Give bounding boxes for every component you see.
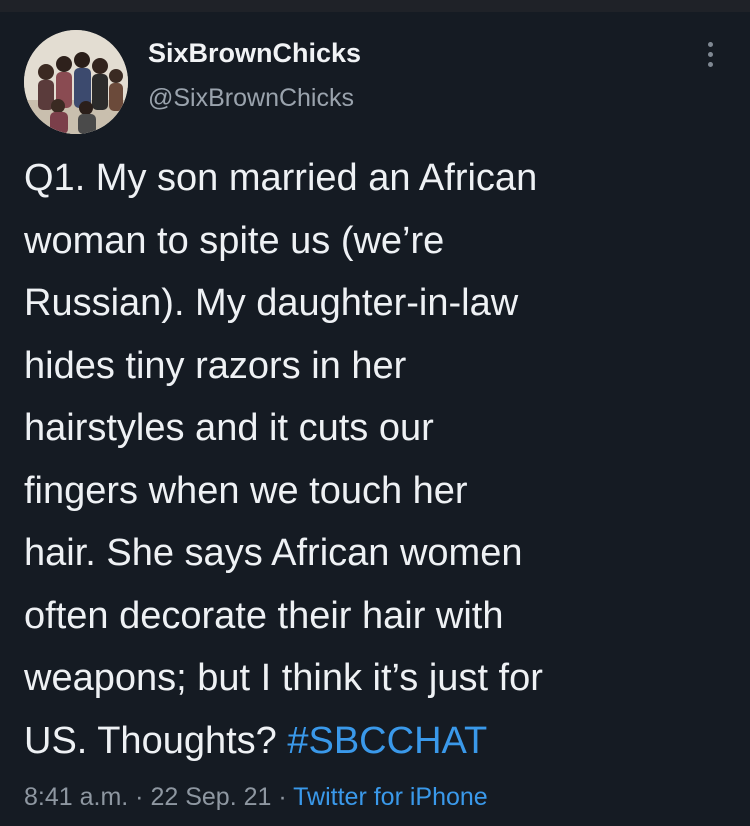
tweet-text-line: hair. She says African women	[24, 532, 523, 574]
tweet-text-fragment: US. Thoughts?	[24, 719, 288, 762]
tweet-text-line: Q1. My son married an African	[24, 157, 538, 199]
top-bar	[0, 0, 750, 12]
user-handle[interactable]: @SixBrownChicks	[148, 84, 354, 113]
meta-separator: ·	[128, 783, 151, 811]
more-vertical-icon[interactable]	[700, 42, 720, 82]
meta-separator: ·	[271, 783, 294, 811]
hashtag-link[interactable]: #SBCCHAT	[287, 720, 487, 762]
display-name[interactable]: SixBrownChicks	[148, 38, 361, 69]
tweet-text-line: hides tiny razors in her	[24, 344, 407, 387]
tweet-text-line: hairstyles and it cuts our	[24, 407, 434, 449]
tweet-text-line: weapons; but I think it’s just for	[24, 657, 543, 699]
tweet-text-line: Russian). My daughter-in-law	[24, 282, 519, 324]
avatar-image	[24, 30, 128, 134]
tweet-time[interactable]: 8:41 a.m.	[24, 783, 128, 811]
tweet-card: SixBrownChicks @SixBrownChicks Q1. My so…	[0, 12, 750, 826]
tweet-text: Q1. My son married an African woman to s…	[24, 147, 724, 772]
avatar[interactable]	[24, 30, 128, 134]
tweet-text-line: fingers when we touch her	[24, 469, 468, 512]
tweet-source-link[interactable]: Twitter for iPhone	[293, 783, 488, 811]
tweet-text-line: woman to spite us (we’re	[24, 219, 445, 262]
tweet-text-line: often decorate their hair with	[24, 594, 504, 637]
tweet-metadata: 8:41 a.m. · 22 Sep. 21 · Twitter for iPh…	[24, 783, 488, 812]
tweet-text-line-last: US. Thoughts? #SBCCHAT	[24, 710, 724, 773]
tweet-date[interactable]: 22 Sep. 21	[150, 783, 271, 811]
